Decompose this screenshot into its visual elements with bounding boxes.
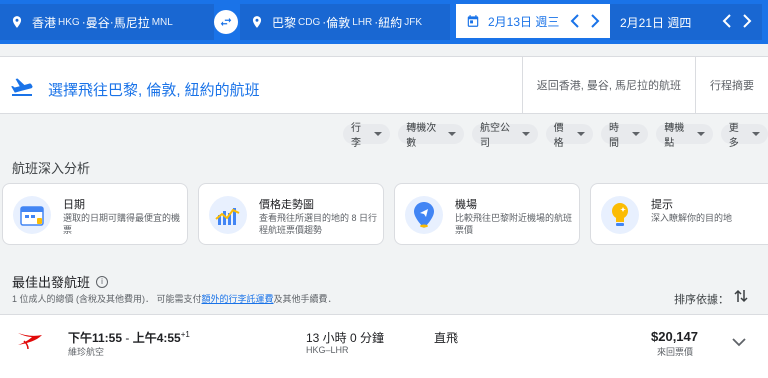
price-note-prefix: 1 位成人的總價 (含稅及其他費用)． 可能需支付 <box>12 294 202 304</box>
virgin-atlantic-logo <box>18 333 42 350</box>
chevron-left-icon[interactable] <box>722 14 732 28</box>
dest-city-1: 巴黎 <box>272 15 297 30</box>
insight-card-airports[interactable]: 機場 比較飛往巴黎附近機場的航班票價 <box>394 183 580 245</box>
filter-airlines[interactable]: 航空公司 <box>471 123 538 149</box>
insight-title: 價格走勢圖 <box>259 199 314 211</box>
insight-card-tips[interactable]: 提示 深入瞭解你的目的地 <box>590 183 768 245</box>
flight-times: 下午11:55 - 上午4:55+1 <box>68 329 190 346</box>
info-icon[interactable]: i <box>96 275 109 288</box>
depart-date-field[interactable]: 2月13日 週三 <box>456 4 610 40</box>
breadcrumb: 返回香港, 曼谷, 馬尼拉的航班 行程摘要 <box>521 57 768 113</box>
origin-city-1: 香港 <box>32 15 57 30</box>
origin-code-3: MNL <box>151 16 173 28</box>
insight-description: 比較飛往巴黎附近機場的航班票價 <box>455 213 573 235</box>
lightbulb-icon <box>601 196 639 234</box>
day-offset: +1 <box>180 330 190 339</box>
filter-bar: 行李 轉機次數 航空公司 價格 時間 轉機點 更多 <box>343 123 768 149</box>
dropdown-arrow-icon <box>521 132 530 136</box>
airport-pin-icon <box>405 196 443 234</box>
sort-icon[interactable] <box>734 288 748 304</box>
filter-label: 時間 <box>608 123 619 149</box>
best-flights-heading: 最佳出發航班 i <box>12 272 109 291</box>
dest-code-1: CDG <box>298 16 321 28</box>
date-selector: 2月13日 週三 2月21日 週四 <box>456 4 762 40</box>
filter-label: 轉機次數 <box>406 123 437 149</box>
filter-connecting-airports[interactable]: 轉機點 <box>656 123 713 149</box>
price-note-suffix: 及其他手續費． <box>273 294 337 304</box>
dropdown-arrow-icon <box>751 132 760 136</box>
dest-city-3: 紐約 <box>378 15 403 30</box>
arrival-time: 上午4:55 <box>132 331 181 345</box>
chevron-right-icon[interactable] <box>590 14 600 28</box>
insight-description: 深入瞭解你的目的地 <box>651 213 733 223</box>
swap-button[interactable] <box>214 10 238 34</box>
dropdown-arrow-icon <box>576 132 585 136</box>
filter-price[interactable]: 價格 <box>545 123 593 149</box>
return-date: 2月21日 週四 <box>620 15 692 30</box>
search-bar: 香港 HKG · 曼谷 · 馬尼拉 MNL 巴黎 CDG · 倫敦 LHR · … <box>0 0 768 44</box>
dest-code-3: JFK <box>404 16 423 28</box>
flight-stops: 直飛 <box>434 331 459 345</box>
insight-title: 機場 <box>455 199 477 211</box>
price-graph-icon <box>209 196 247 234</box>
chevron-right-icon[interactable] <box>742 14 752 28</box>
time-separator: - <box>122 331 133 345</box>
insight-title: 提示 <box>651 199 673 211</box>
dropdown-arrow-icon <box>696 132 705 136</box>
insights-heading: 航班深入分析 <box>12 161 91 176</box>
filter-label: 更多 <box>728 123 739 149</box>
sort-label: 排序依據： <box>674 294 729 306</box>
depart-date: 2月13日 週三 <box>488 14 560 29</box>
breadcrumb-trip-summary[interactable]: 行程摘要 <box>695 57 768 113</box>
airline-name: 維珍航空 <box>68 347 105 357</box>
breadcrumb-return-flights[interactable]: 返回香港, 曼谷, 馬尼拉的航班 <box>521 57 695 113</box>
origin-field[interactable]: 香港 HKG · 曼谷 · 馬尼拉 MNL <box>0 4 214 40</box>
insights-cards: 日期 選取的日期可購得最便宜的機票 價格走勢圖 查看飛往所選目的地的 8 日行程… <box>0 183 768 245</box>
dest-code-2: LHR <box>352 16 373 28</box>
filter-more[interactable]: 更多 <box>720 123 768 149</box>
dest-city-2: 倫敦 <box>326 15 351 30</box>
calendar-icon <box>13 196 51 234</box>
calendar-icon <box>467 15 479 27</box>
price-note: 1 位成人的總價 (含稅及其他費用)． 可能需支付額外的行李託運費及其他手續費． <box>12 292 337 305</box>
flight-route: HKG–LHR <box>306 345 349 355</box>
price-type: 來回票價 <box>657 347 694 357</box>
dropdown-arrow-icon <box>632 132 641 136</box>
dropdown-arrow-icon <box>447 132 456 136</box>
insight-description: 選取的日期可購得最便宜的機票 <box>63 213 181 235</box>
flight-result-row[interactable]: 下午11:55 - 上午4:55+1 維珍航空 13 小時 0 分鐘 HKG–L… <box>0 314 768 378</box>
page-header: 選擇飛往巴黎, 倫敦, 紐約的航班 返回香港, 曼谷, 馬尼拉的航班 行程摘要 <box>0 56 768 114</box>
filter-times[interactable]: 時間 <box>600 123 649 149</box>
return-date-field[interactable]: 2月21日 週四 <box>610 4 762 40</box>
insight-title: 日期 <box>63 199 85 211</box>
baggage-fees-link[interactable]: 額外的行李託運費 <box>202 294 274 304</box>
destination-field[interactable]: 巴黎 CDG · 倫敦 LHR · 紐約 JFK <box>240 4 450 40</box>
chevron-left-icon[interactable] <box>570 14 580 28</box>
filter-label: 轉機點 <box>664 123 685 149</box>
filter-baggage[interactable]: 行李 <box>343 123 391 149</box>
insight-card-price-graph[interactable]: 價格走勢圖 查看飛往所選目的地的 8 日行程航班票價趨勢 <box>198 183 384 245</box>
best-flights-title: 最佳出發航班 <box>12 275 91 290</box>
dropdown-arrow-icon <box>374 132 383 136</box>
flight-price: $20,147 <box>651 329 698 344</box>
location-pin-icon <box>252 16 262 28</box>
swap-icon <box>220 17 232 27</box>
origin-code-1: HKG <box>58 16 80 28</box>
flight-duration: 13 小時 0 分鐘 <box>306 331 385 345</box>
filter-label: 價格 <box>553 123 564 149</box>
insight-description: 查看飛往所選目的地的 8 日行程航班票價趨勢 <box>259 213 378 235</box>
departure-time: 下午11:55 <box>68 331 123 345</box>
origin-city-3: 馬尼拉 <box>113 15 150 30</box>
filter-label: 航空公司 <box>479 123 510 149</box>
filter-stops[interactable]: 轉機次數 <box>398 123 464 149</box>
insight-card-dates[interactable]: 日期 選取的日期可購得最便宜的機票 <box>2 183 188 245</box>
departing-plane-icon <box>11 78 33 96</box>
chevron-down-icon[interactable] <box>732 337 746 347</box>
location-pin-icon <box>12 16 22 28</box>
origin-city-2: 曼谷 <box>85 15 110 30</box>
page-title: 選擇飛往巴黎, 倫敦, 紐約的航班 <box>48 82 260 99</box>
filter-label: 行李 <box>351 123 361 149</box>
